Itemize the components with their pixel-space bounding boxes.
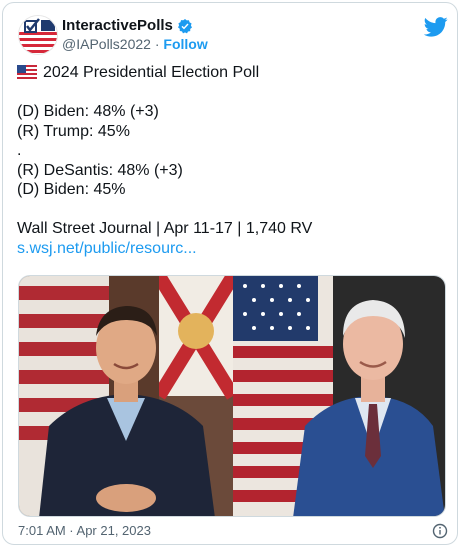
tweet-card: InteractivePolls @IAPolls2022 · Follow 2… [2, 2, 458, 545]
separator-line: . [17, 142, 22, 159]
result-line: (D) Biden: 48% (+3) [17, 103, 159, 120]
source-line: Wall Street Journal | Apr 11-17 | 1,740 … [17, 220, 313, 237]
tweet-media[interactable] [18, 275, 446, 517]
result-line: (D) Biden: 45% [17, 181, 126, 198]
follow-button[interactable]: Follow [163, 36, 207, 52]
source-link[interactable]: s.wsj.net/public/resourc... [17, 239, 447, 259]
separator-dot: · [154, 36, 160, 52]
twitter-bird-icon[interactable] [424, 17, 448, 37]
info-icon[interactable] [432, 523, 448, 539]
tweet-header: InteractivePolls @IAPolls2022 · Follow [18, 15, 448, 55]
desantis-photo[interactable] [19, 276, 239, 516]
us-flag-icon [17, 65, 37, 79]
biden-photo[interactable] [233, 276, 445, 516]
timestamp[interactable]: 7:01 AM · Apr 21, 2023 [18, 523, 151, 538]
result-line: (R) DeSantis: 48% (+3) [17, 161, 183, 179]
poll-title: 2024 Presidential Election Poll [43, 64, 260, 81]
verified-badge-icon [177, 18, 192, 33]
account-handle[interactable]: @IAPolls2022 [62, 36, 151, 52]
result-line: (R) Trump: 45% [17, 122, 130, 140]
handle-row: @IAPolls2022 · Follow [62, 36, 208, 52]
poll-title-line: 2024 Presidential Election Poll [17, 63, 447, 83]
account-name-row: InteractivePolls [62, 17, 193, 34]
tweet-text: 2024 Presidential Election Poll (D) Bide… [17, 63, 447, 258]
tweet-footer: 7:01 AM · Apr 21, 2023 [18, 523, 448, 543]
avatar[interactable] [18, 15, 58, 55]
account-name[interactable]: InteractivePolls [62, 17, 173, 34]
